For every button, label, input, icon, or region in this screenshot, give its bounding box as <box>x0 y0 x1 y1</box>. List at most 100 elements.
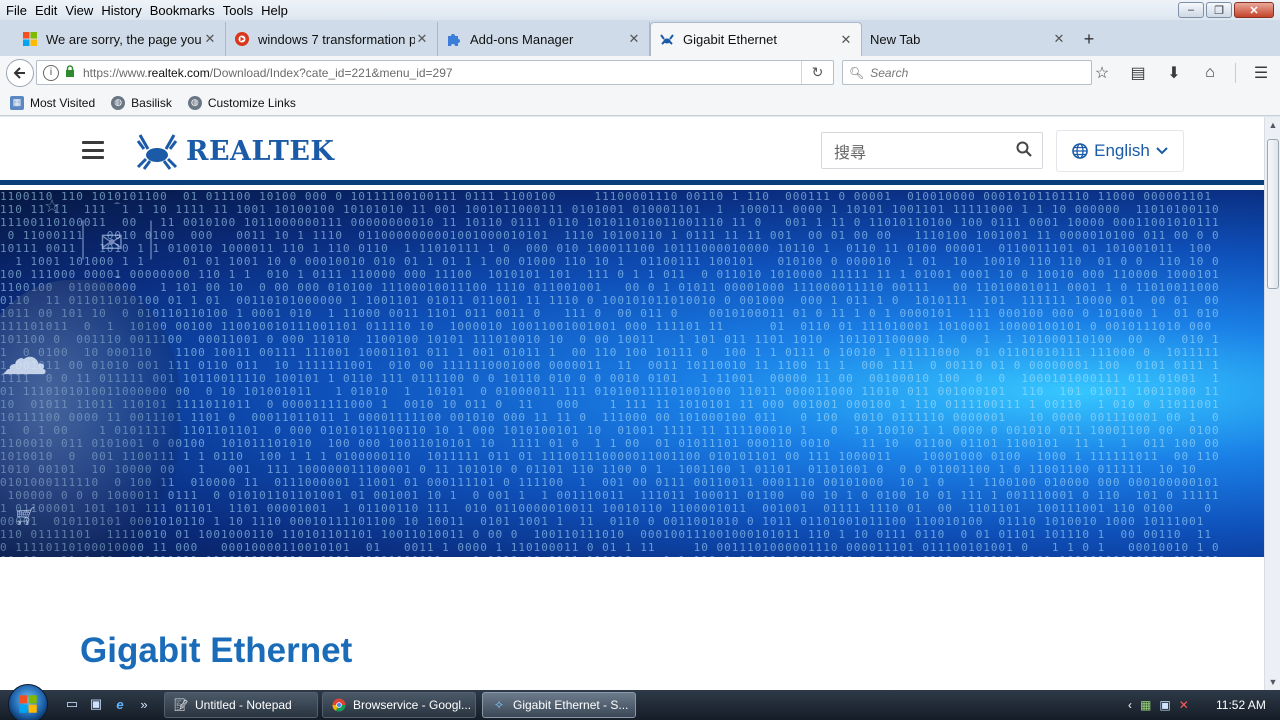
menu-tools[interactable]: Tools <box>219 3 257 18</box>
url-domain: realtek.com <box>147 65 210 80</box>
site-search-placeholder: 搜尋 <box>834 144 867 162</box>
close-tab-icon[interactable]: ✕ <box>839 32 853 48</box>
envelope-icon: ✉ <box>100 227 124 258</box>
vertical-scrollbar[interactable]: ▲ ▼ <box>1264 117 1280 690</box>
realtek-logo[interactable]: REALTEK <box>134 131 334 171</box>
close-tab-icon[interactable]: ✕ <box>627 31 641 47</box>
tab-strip: We are sorry, the page you r ✕ windows 7… <box>0 20 1280 56</box>
language-label: English <box>1094 141 1150 160</box>
site-menu-icon[interactable] <box>82 141 104 159</box>
menu-help[interactable]: Help <box>257 3 292 18</box>
restore-button[interactable]: ❐ <box>1206 2 1232 18</box>
reload-icon[interactable]: ↻ <box>801 61 833 84</box>
taskbar-item-notepad[interactable]: 📝︎ Untitled - Notepad <box>164 692 318 718</box>
chrome-icon <box>331 697 347 713</box>
search-icon[interactable] <box>1016 141 1032 162</box>
downloads-icon[interactable]: ⬇ <box>1163 62 1185 84</box>
bookmark-star-icon[interactable]: ☆ <box>1091 62 1113 84</box>
tab-title: Add-ons Manager <box>470 31 574 47</box>
red-circle-icon <box>234 31 250 47</box>
start-button[interactable] <box>8 684 48 720</box>
minimize-button[interactable]: – <box>1178 2 1204 18</box>
menu-hamburger-icon[interactable]: ☰ <box>1250 62 1272 84</box>
network-icon[interactable]: ▣ <box>1159 698 1170 712</box>
bookmark-basilisk[interactable]: ◍ Basilisk <box>111 95 172 110</box>
toolbar-separator <box>1235 63 1236 83</box>
site-header: REALTEK 搜尋 English <box>0 117 1264 185</box>
bookmark-label: Most Visited <box>30 95 96 110</box>
cart-icon: 🛒︎ <box>14 506 37 526</box>
browser-search-input[interactable]: 🔍︎ Search <box>842 60 1092 85</box>
tab-title: Gigabit Ethernet <box>683 32 777 47</box>
tray-expand-icon[interactable]: ‹ <box>1128 698 1132 712</box>
info-icon[interactable]: i <box>43 64 59 81</box>
tab-title: windows 7 transformation p <box>258 31 415 47</box>
scroll-up-icon[interactable]: ▲ <box>1265 117 1280 133</box>
scrollbar-thumb[interactable] <box>1267 139 1279 289</box>
close-window-button[interactable]: ✕ <box>1234 2 1274 18</box>
navigation-bar: i https://www. realtek.com/Download/Index… <box>0 56 1280 90</box>
taskbar-item-gigabit-ethernet[interactable]: ✧ Gigabit Ethernet - S... <box>482 692 636 718</box>
menu-bookmarks[interactable]: Bookmarks <box>146 3 219 18</box>
scroll-down-icon[interactable]: ▼ <box>1265 674 1280 690</box>
show-desktop-icon[interactable]: ▭ <box>64 696 80 712</box>
lock-icon[interactable] <box>65 65 75 80</box>
close-tab-icon[interactable]: ✕ <box>1052 31 1066 47</box>
menu-bar: File Edit View History Bookmarks Tools H… <box>0 0 1280 20</box>
taskbar-item-chrome[interactable]: Browservice - Googl... <box>322 692 476 718</box>
reading-list-icon[interactable]: ▤ <box>1127 62 1149 84</box>
chevron-down-icon <box>1156 147 1168 155</box>
page-viewport: REALTEK 搜尋 English 1100110 110 101010110… <box>0 117 1264 690</box>
search-icon: 🔍︎ <box>849 65 865 80</box>
tab-windows7[interactable]: windows 7 transformation p ✕ <box>226 22 438 56</box>
quick-launch-more-icon[interactable]: » <box>136 696 152 712</box>
realtek-crab-icon <box>659 32 675 48</box>
internet-explorer-icon[interactable]: e <box>112 696 128 712</box>
tab-gigabit-ethernet[interactable]: Gigabit Ethernet ✕ <box>650 22 862 56</box>
realtek-crab-icon: ✧ <box>493 698 505 712</box>
clock[interactable]: 11:52 AM <box>1216 698 1266 712</box>
windows-logo-icon <box>22 31 38 47</box>
hero-banner: 1100110 110 1010101100 01 011100 10100 0… <box>0 190 1264 557</box>
close-tab-icon[interactable]: ✕ <box>415 31 429 47</box>
taskbar-item-label: Browservice - Googl... <box>353 698 472 712</box>
home-icon[interactable]: ⌂ <box>1199 62 1221 84</box>
bookmarks-bar: ▦ Most Visited ◍ Basilisk ◍ Customize Li… <box>0 90 1280 116</box>
menu-history[interactable]: History <box>97 3 145 18</box>
tab-title: We are sorry, the page you r <box>46 31 203 47</box>
new-tab-button[interactable]: + <box>1074 22 1104 56</box>
bookmark-customize-links[interactable]: ◍ Customize Links <box>187 95 296 110</box>
bookmark-most-visited[interactable]: ▦ Most Visited <box>10 95 96 110</box>
menu-view[interactable]: View <box>61 3 97 18</box>
url-prefix: https://www. <box>83 65 148 80</box>
bookmark-folder-icon: ▦ <box>10 95 24 110</box>
back-button[interactable] <box>6 59 34 87</box>
menu-edit[interactable]: Edit <box>31 3 61 18</box>
binary-pattern: 1100110 110 1010101100 01 011100 10100 0… <box>0 190 1220 557</box>
system-tray: ‹ ▦ ▣ ✕ <box>1128 690 1189 720</box>
back-arrow-icon <box>13 67 25 79</box>
tab-title: New Tab <box>870 31 921 47</box>
taskbar-item-label: Gigabit Ethernet - S... <box>513 698 629 712</box>
windows-logo-icon <box>19 695 37 713</box>
tab-addons-manager[interactable]: Add-ons Manager ✕ <box>438 22 650 56</box>
taskbar-item-label: Untitled - Notepad <box>195 698 292 712</box>
switch-windows-icon[interactable]: ▣ <box>88 696 104 712</box>
search-placeholder: Search <box>870 65 909 80</box>
page-title: Gigabit Ethernet <box>80 631 353 670</box>
taskbar: ▭ ▣ e » 📝︎ Untitled - Notepad Browservic… <box>0 684 1280 720</box>
cloud-icon: ☁ <box>0 332 48 385</box>
globe-icon: ◍ <box>187 95 202 110</box>
url-bar[interactable]: i https://www. realtek.com/Download/Index… <box>36 60 834 85</box>
menu-file[interactable]: File <box>2 3 31 18</box>
tab-new-tab[interactable]: New Tab ✕ <box>862 22 1074 56</box>
tab-error-page[interactable]: We are sorry, the page you r ✕ <box>14 22 226 56</box>
volume-muted-icon[interactable]: ✕ <box>1179 698 1189 712</box>
quick-launch: ▭ ▣ e » <box>64 696 152 712</box>
language-selector[interactable]: English <box>1056 130 1184 172</box>
logo-text: REALTEK <box>186 135 335 167</box>
close-tab-icon[interactable]: ✕ <box>203 31 217 47</box>
puzzle-icon <box>446 31 462 47</box>
site-search-input[interactable]: 搜尋 <box>821 132 1043 169</box>
tray-app-icon[interactable]: ▦ <box>1140 698 1151 712</box>
